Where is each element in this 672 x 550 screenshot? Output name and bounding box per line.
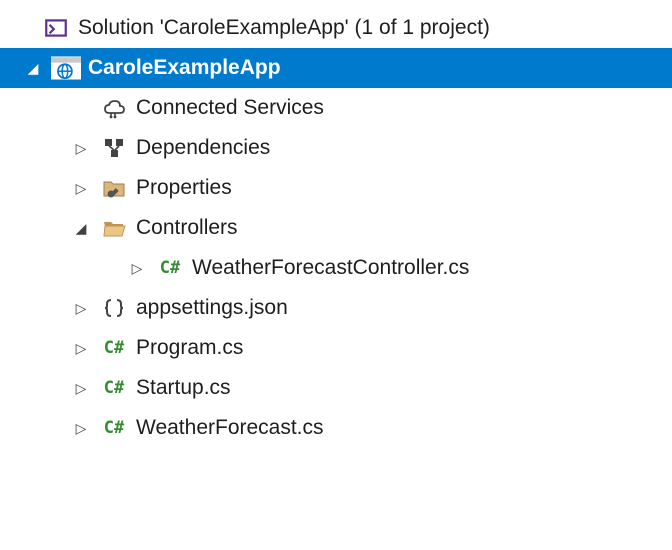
weatherforecast-label: WeatherForecast.cs <box>132 416 324 440</box>
solution-explorer-tree: ▷ Solution 'CaroleExampleApp' (1 of 1 pr… <box>0 0 672 448</box>
chevron-right-icon[interactable]: ▷ <box>122 260 152 277</box>
csharp-file-icon: C# <box>96 378 132 398</box>
chevron-right-icon[interactable]: ▷ <box>66 420 96 437</box>
connected-services-label: Connected Services <box>132 96 324 120</box>
properties-node[interactable]: ▷ Properties <box>0 168 672 208</box>
program-file-node[interactable]: ▷ C# Program.cs <box>0 328 672 368</box>
solution-label: Solution 'CaroleExampleApp' (1 of 1 proj… <box>74 16 490 40</box>
folder-open-icon <box>96 216 132 240</box>
chevron-down-icon[interactable]: ◢ <box>18 60 48 77</box>
startup-label: Startup.cs <box>132 376 231 400</box>
appsettings-label: appsettings.json <box>132 296 288 320</box>
web-project-icon <box>48 55 84 81</box>
controller-file-label: WeatherForecastController.cs <box>188 256 469 280</box>
chevron-right-icon[interactable]: ▷ <box>66 140 96 157</box>
solution-icon <box>38 15 74 41</box>
cloud-icon <box>96 96 132 120</box>
dependencies-icon <box>96 136 132 160</box>
controllers-label: Controllers <box>132 216 238 240</box>
chevron-right-icon[interactable]: ▷ <box>66 180 96 197</box>
project-label: CaroleExampleApp <box>84 56 281 80</box>
controller-file-node[interactable]: ▷ C# WeatherForecastController.cs <box>0 248 672 288</box>
properties-folder-icon <box>96 176 132 200</box>
chevron-down-icon[interactable]: ◢ <box>66 220 96 237</box>
connected-services-node[interactable]: ▷ Connected Services <box>0 88 672 128</box>
startup-file-node[interactable]: ▷ C# Startup.cs <box>0 368 672 408</box>
chevron-right-icon[interactable]: ▷ <box>66 380 96 397</box>
program-label: Program.cs <box>132 336 243 360</box>
properties-label: Properties <box>132 176 232 200</box>
solution-node[interactable]: ▷ Solution 'CaroleExampleApp' (1 of 1 pr… <box>0 8 672 48</box>
json-file-icon <box>96 296 132 320</box>
csharp-file-icon: C# <box>96 418 132 438</box>
appsettings-node[interactable]: ▷ appsettings.json <box>0 288 672 328</box>
dependencies-label: Dependencies <box>132 136 270 160</box>
controllers-folder-node[interactable]: ◢ Controllers <box>0 208 672 248</box>
weatherforecast-file-node[interactable]: ▷ C# WeatherForecast.cs <box>0 408 672 448</box>
project-node[interactable]: ◢ CaroleExampleApp <box>0 48 672 88</box>
chevron-right-icon[interactable]: ▷ <box>66 300 96 317</box>
csharp-file-icon: C# <box>96 338 132 358</box>
chevron-right-icon[interactable]: ▷ <box>66 340 96 357</box>
csharp-file-icon: C# <box>152 258 188 278</box>
dependencies-node[interactable]: ▷ Dependencies <box>0 128 672 168</box>
